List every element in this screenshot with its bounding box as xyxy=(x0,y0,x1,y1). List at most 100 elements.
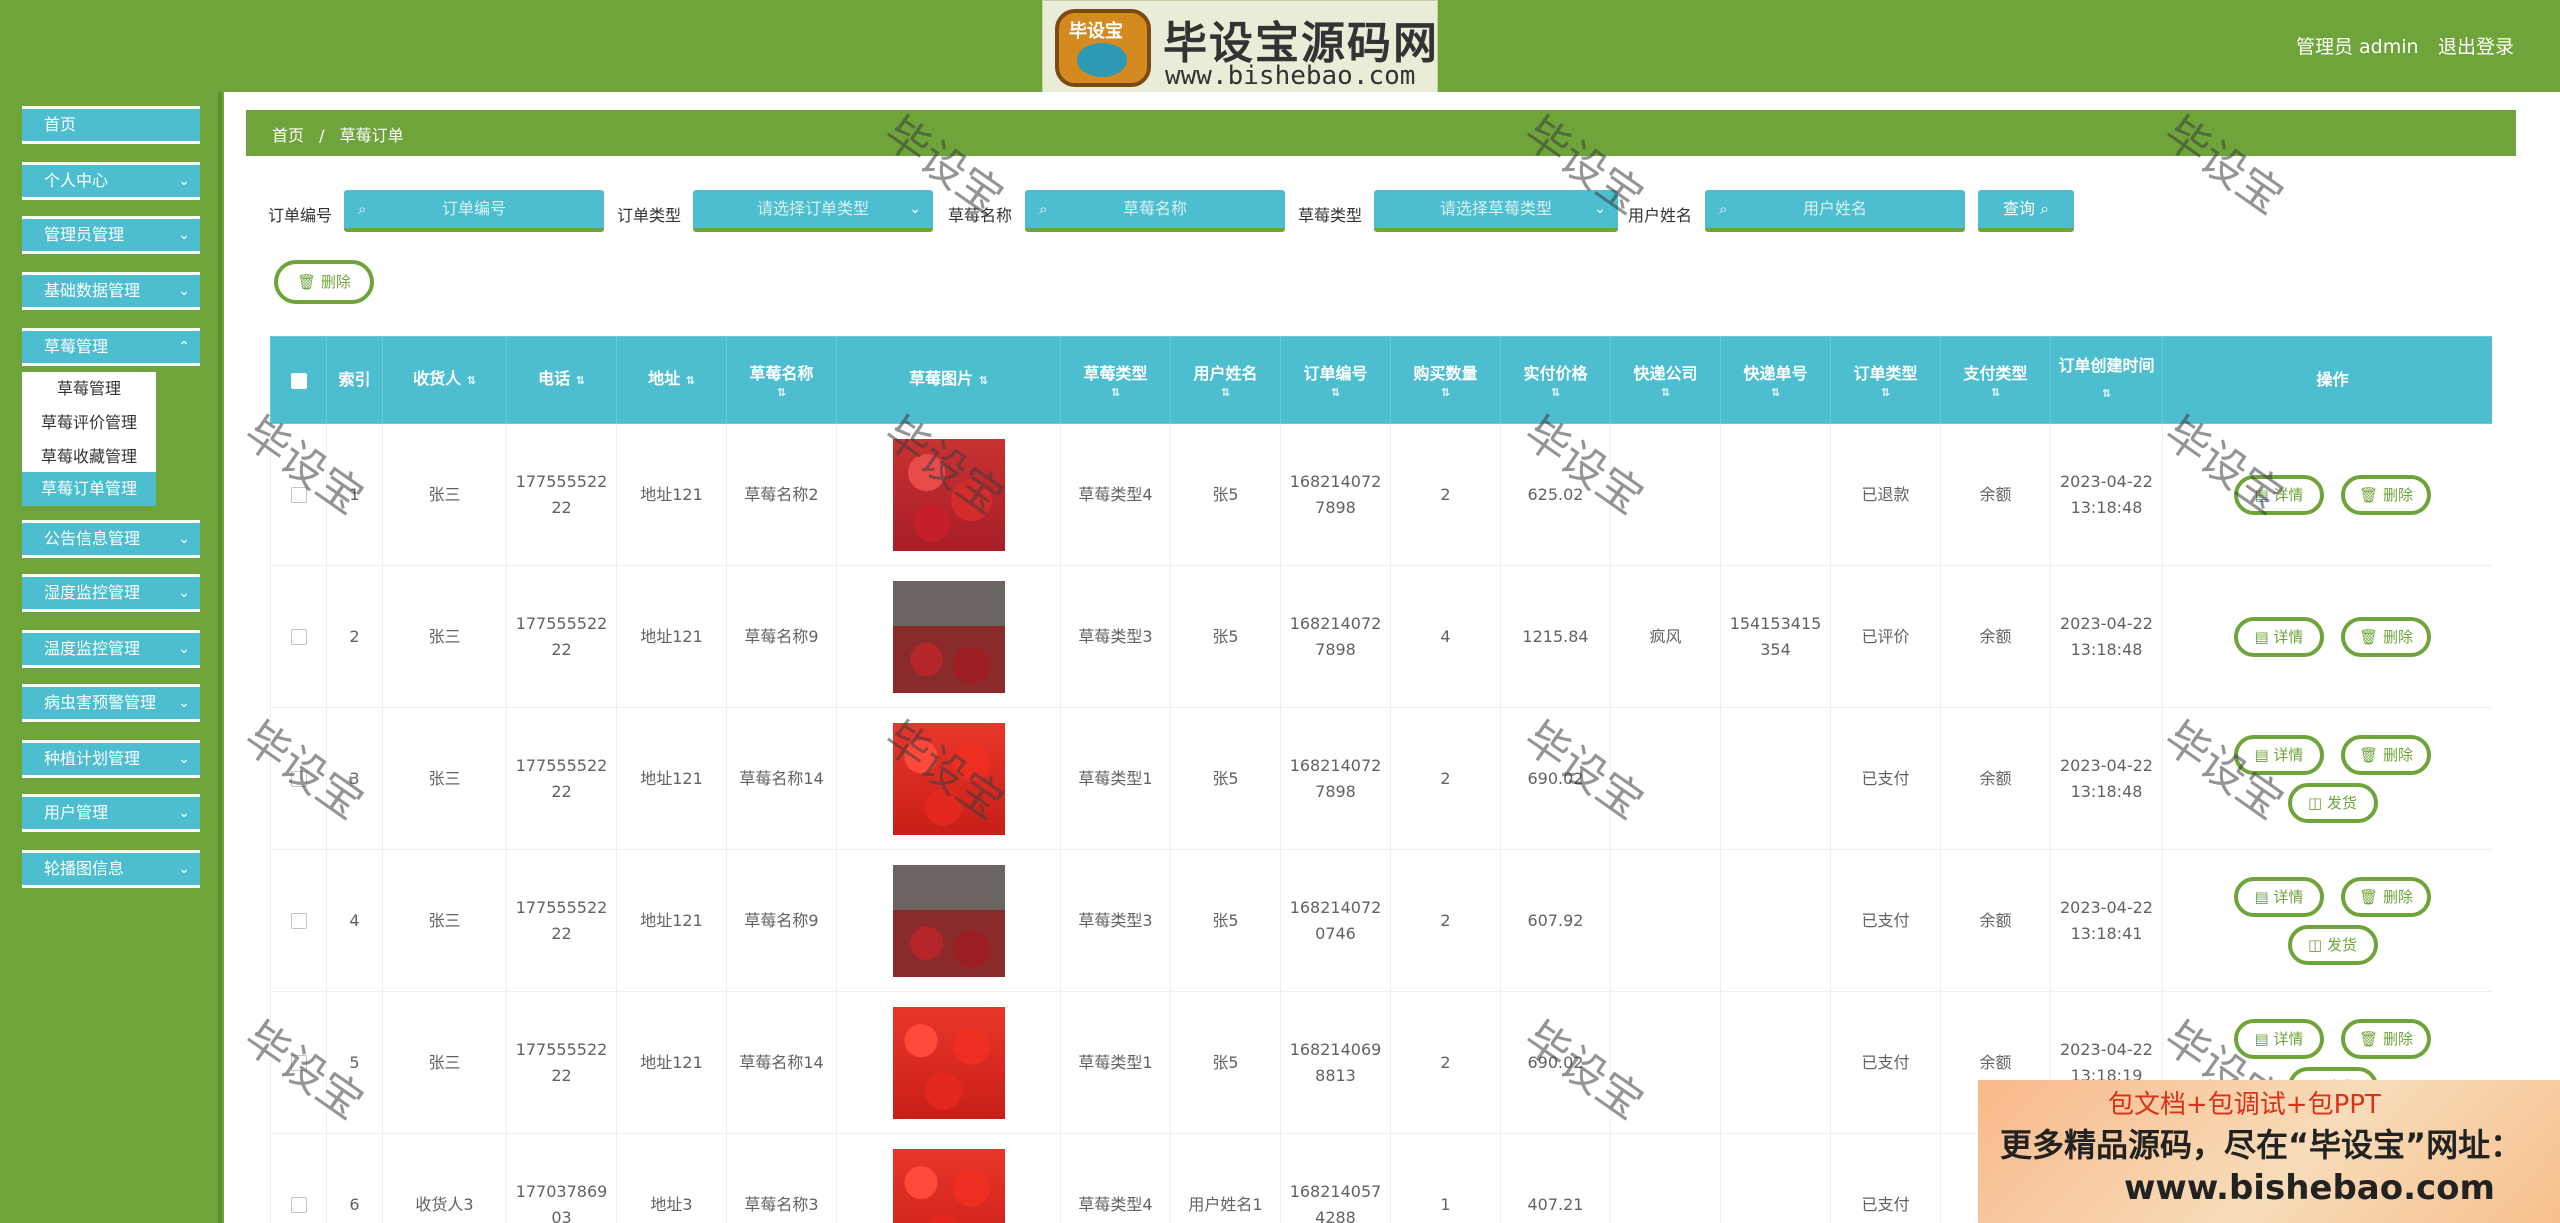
cell-order-no: 1682140727898 xyxy=(1280,423,1391,566)
submenu-item-reviews[interactable]: 草莓评价管理 xyxy=(22,406,156,440)
col-header[interactable]: 实付价格 ⇅ xyxy=(1500,336,1611,424)
sidebar-item-notices[interactable]: 公告信息管理 ⌄ xyxy=(22,520,200,558)
ship-button[interactable]: ◫ 发货 xyxy=(2287,924,2378,965)
submenu-item-strawberry[interactable]: 草莓管理 xyxy=(22,372,156,406)
cell-quantity: 2 xyxy=(1390,423,1501,566)
col-header[interactable]: 草莓名称 ⇅ xyxy=(726,336,837,424)
row-select-cell[interactable] xyxy=(270,1133,327,1223)
delete-button[interactable]: 🗑 删除 xyxy=(2341,876,2432,917)
col-header[interactable]: 订单类型 ⇅ xyxy=(1830,336,1941,424)
query-button[interactable]: 查询 ⌕ xyxy=(1978,190,2074,232)
ship-button[interactable]: ◫ 发货 xyxy=(2287,782,2378,823)
sidebar-item-profile[interactable]: 个人中心 ⌄ xyxy=(22,162,200,200)
order-no-input[interactable]: ⌕ 订单编号 xyxy=(344,190,604,232)
row-checkbox[interactable] xyxy=(290,913,307,929)
sidebar-item-temperature[interactable]: 温度监控管理 ⌄ xyxy=(22,630,200,668)
cell-user-name: 张5 xyxy=(1170,565,1281,708)
col-header[interactable]: 地址 ⇅ xyxy=(616,336,727,424)
submenu-item-favorites[interactable]: 草莓收藏管理 xyxy=(22,440,156,474)
cell-price: 607.92 xyxy=(1500,849,1611,992)
col-header[interactable]: 草莓类型 ⇅ xyxy=(1060,336,1171,424)
col-header[interactable]: 电话 ⇅ xyxy=(506,336,617,424)
delete-button[interactable]: 🗑 删除 xyxy=(2341,474,2432,515)
order-type-select[interactable]: 请选择订单类型 ⌄ xyxy=(693,190,933,232)
cell-price: 1215.84 xyxy=(1500,565,1611,708)
row-select-cell[interactable] xyxy=(270,565,327,708)
row-checkbox[interactable] xyxy=(290,629,307,645)
cell-receiver: 张三 xyxy=(382,707,507,850)
sidebar-item-planting[interactable]: 种植计划管理 ⌄ xyxy=(22,740,200,778)
breadcrumb-home[interactable]: 首页 xyxy=(272,126,304,145)
cell-tracking-no xyxy=(1720,423,1831,566)
name-input[interactable]: ⌕ 草莓名称 xyxy=(1025,190,1285,232)
strawberry-image xyxy=(892,1006,1005,1119)
submenu-item-orders[interactable]: 草莓订单管理 xyxy=(22,472,156,506)
sidebar-item-admins[interactable]: 管理员管理 ⌄ xyxy=(22,216,200,254)
strawberry-image xyxy=(892,580,1005,693)
strawberry-image xyxy=(892,722,1005,835)
col-header[interactable]: 快递单号 ⇅ xyxy=(1720,336,1831,424)
select-all-cell[interactable] xyxy=(270,336,327,424)
cell-address: 地址121 xyxy=(616,849,727,992)
sort-icon: ⇅ xyxy=(2101,387,2112,400)
chevron-down-icon: ⌄ xyxy=(178,531,190,547)
col-header[interactable]: 订单创建时间 ⇅ xyxy=(2050,336,2163,424)
row-select-cell[interactable] xyxy=(270,423,327,566)
detail-button[interactable]: ▤ 详情 xyxy=(2233,616,2324,657)
sort-icon: ⇅ xyxy=(1990,386,2001,399)
cell-image xyxy=(836,849,1061,992)
col-header[interactable]: 购买数量 ⇅ xyxy=(1390,336,1501,424)
col-header[interactable]: 草莓图片 ⇅ xyxy=(836,336,1061,424)
cell-courier xyxy=(1610,849,1721,992)
logout-link[interactable]: 退出登录 xyxy=(2438,32,2514,59)
sidebar-item-pest-alert[interactable]: 病虫害预警管理 ⌄ xyxy=(22,684,200,722)
detail-button[interactable]: ▤ 详情 xyxy=(2233,474,2324,515)
delete-button[interactable]: 🗑 删除 xyxy=(2341,734,2432,775)
detail-button[interactable]: ▤ 详情 xyxy=(2233,876,2324,917)
chevron-down-icon: ⌄ xyxy=(178,751,190,767)
select-all-checkbox[interactable] xyxy=(290,372,307,389)
col-header[interactable]: 支付类型 ⇅ xyxy=(1940,336,2051,424)
cell-order-type: 已评价 xyxy=(1830,565,1941,708)
search-icon: ⌕ xyxy=(358,200,367,218)
cell-courier xyxy=(1610,1133,1721,1223)
sidebar-item-strawberry[interactable]: 草莓管理 ⌃ xyxy=(22,328,200,366)
detail-button[interactable]: ▤ 详情 xyxy=(2233,1018,2324,1059)
row-checkbox[interactable] xyxy=(290,771,307,787)
detail-button[interactable]: ▤ 详情 xyxy=(2233,734,2324,775)
logo-url: www.bishebao.com xyxy=(1165,61,1416,91)
bulk-delete-button[interactable]: 🗑 删除 xyxy=(274,260,374,304)
sidebar-item-home[interactable]: 首页 xyxy=(22,106,200,144)
sidebar-item-base-data[interactable]: 基础数据管理 ⌄ xyxy=(22,272,200,310)
sort-icon: ⇅ xyxy=(1550,386,1561,399)
cell-pay-type: 余额 xyxy=(1940,849,2051,992)
cell-courier: 疯风 xyxy=(1610,565,1721,708)
document-icon: ▤ xyxy=(2254,745,2269,764)
row-checkbox[interactable] xyxy=(290,1197,307,1213)
delete-button[interactable]: 🗑 删除 xyxy=(2341,616,2432,657)
cell-index: 5 xyxy=(326,991,383,1134)
cell-image xyxy=(836,707,1061,850)
col-header[interactable]: 订单编号 ⇅ xyxy=(1280,336,1391,424)
col-header[interactable]: 快递公司 ⇅ xyxy=(1610,336,1721,424)
cell-quantity: 2 xyxy=(1390,707,1501,850)
row-select-cell[interactable] xyxy=(270,849,327,992)
row-checkbox[interactable] xyxy=(290,487,307,503)
row-select-cell[interactable] xyxy=(270,707,327,850)
col-header[interactable]: 用户姓名 ⇅ xyxy=(1170,336,1281,424)
row-checkbox[interactable] xyxy=(290,1055,307,1071)
col-header[interactable]: 收货人 ⇅ xyxy=(382,336,507,424)
sort-icon: ⇅ xyxy=(776,386,787,399)
sidebar-item-humidity[interactable]: 湿度监控管理 ⌄ xyxy=(22,574,200,612)
user-input[interactable]: ⌕ 用户姓名 xyxy=(1705,190,1965,232)
sidebar-item-users[interactable]: 用户管理 ⌄ xyxy=(22,794,200,832)
cell-quantity: 1 xyxy=(1390,1133,1501,1223)
breadcrumb-separator: / xyxy=(319,126,325,145)
cell-price: 625.02 xyxy=(1500,423,1611,566)
delete-button[interactable]: 🗑 删除 xyxy=(2341,1018,2432,1059)
row-select-cell[interactable] xyxy=(270,991,327,1134)
cell-tracking-no: 154153415354 xyxy=(1720,565,1831,708)
sidebar-item-carousel[interactable]: 轮播图信息 ⌄ xyxy=(22,850,200,888)
type-select[interactable]: 请选择草莓类型 ⌄ xyxy=(1374,190,1618,232)
query-button-label: 查询 xyxy=(2002,199,2035,218)
